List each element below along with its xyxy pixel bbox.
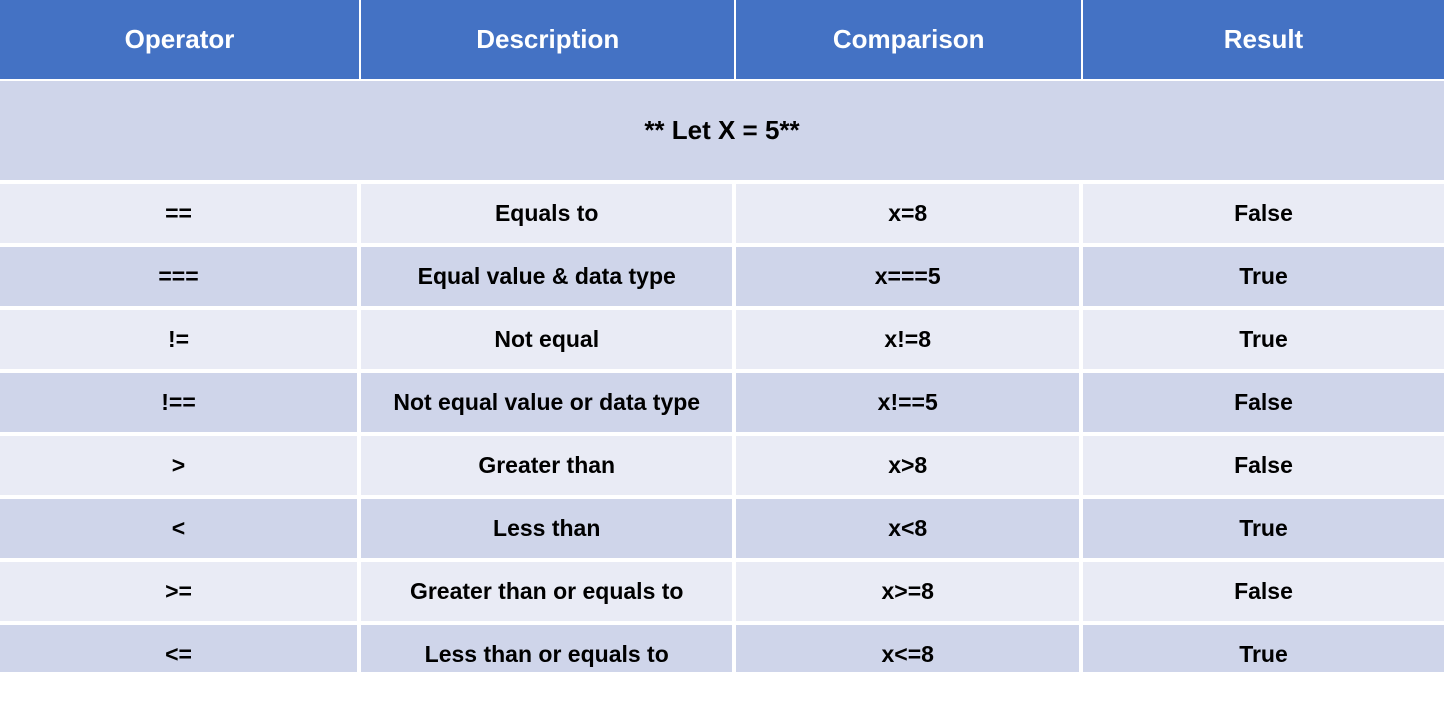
table-body: ** Let X = 5** == Equals to x=8 False ==… (0, 81, 1444, 672)
cell-description: Equals to (361, 184, 736, 247)
cell-operator: === (0, 247, 361, 310)
cell-comparison: x>=8 (736, 562, 1083, 625)
header-result: Result (1083, 0, 1444, 81)
cell-operator: >= (0, 562, 361, 625)
table-row: >= Greater than or equals to x>=8 False (0, 562, 1444, 625)
cell-result: False (1083, 373, 1444, 436)
cell-result: False (1083, 184, 1444, 247)
cell-description: Not equal (361, 310, 736, 373)
table-header-row: Operator Description Comparison Result (0, 0, 1444, 81)
cell-operator: !== (0, 373, 361, 436)
header-description: Description (361, 0, 736, 81)
table-row: < Less than x<8 True (0, 499, 1444, 562)
comparison-operators-table: Operator Description Comparison Result *… (0, 0, 1444, 672)
cell-operator: != (0, 310, 361, 373)
header-operator: Operator (0, 0, 361, 81)
cell-comparison: x===5 (736, 247, 1083, 310)
cell-description: Less than (361, 499, 736, 562)
table-row: > Greater than x>8 False (0, 436, 1444, 499)
cell-comparison: x<8 (736, 499, 1083, 562)
table-row: != Not equal x!=8 True (0, 310, 1444, 373)
cell-comparison: x=8 (736, 184, 1083, 247)
table-row: <= Less than or equals to x<=8 True (0, 625, 1444, 672)
cell-operator: == (0, 184, 361, 247)
table-row: !== Not equal value or data type x!==5 F… (0, 373, 1444, 436)
table-row: == Equals to x=8 False (0, 184, 1444, 247)
cell-operator: > (0, 436, 361, 499)
subtitle-text: ** Let X = 5** (0, 81, 1444, 184)
table-row: === Equal value & data type x===5 True (0, 247, 1444, 310)
cell-operator: < (0, 499, 361, 562)
cell-description: Greater than (361, 436, 736, 499)
cell-description: Greater than or equals to (361, 562, 736, 625)
cell-description: Less than or equals to (361, 625, 736, 672)
cell-operator: <= (0, 625, 361, 672)
cell-result: True (1083, 499, 1444, 562)
cell-comparison: x>8 (736, 436, 1083, 499)
cell-comparison: x!==5 (736, 373, 1083, 436)
cell-comparison: x!=8 (736, 310, 1083, 373)
cell-result: True (1083, 310, 1444, 373)
subtitle-row: ** Let X = 5** (0, 81, 1444, 184)
cell-result: False (1083, 436, 1444, 499)
cell-result: False (1083, 562, 1444, 625)
cell-result: True (1083, 625, 1444, 672)
cell-comparison: x<=8 (736, 625, 1083, 672)
cell-result: True (1083, 247, 1444, 310)
cell-description: Not equal value or data type (361, 373, 736, 436)
header-comparison: Comparison (736, 0, 1083, 81)
cell-description: Equal value & data type (361, 247, 736, 310)
